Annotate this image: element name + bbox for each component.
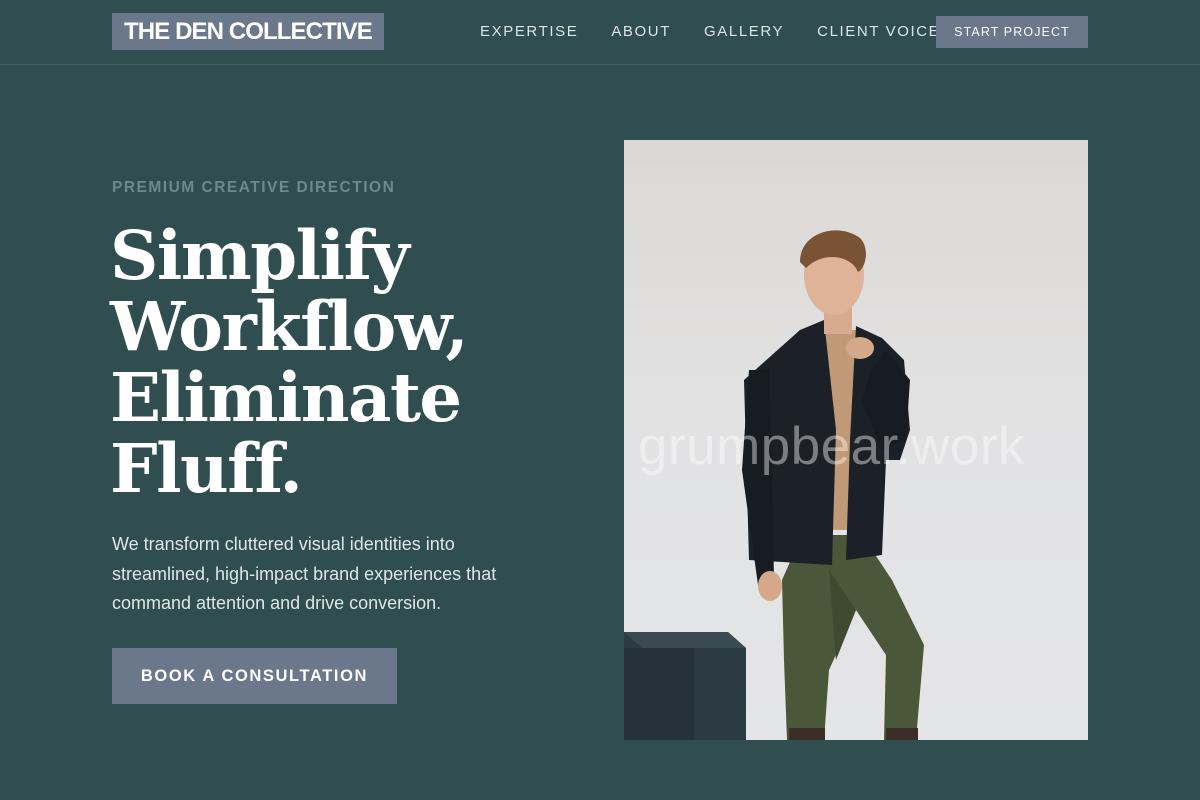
hero-eyebrow: PREMIUM CREATIVE DIRECTION: [112, 179, 396, 196]
nav-item-about[interactable]: ABOUT: [611, 23, 671, 41]
hero-description: We transform cluttered visual identities…: [112, 534, 497, 613]
nav-item-gallery[interactable]: GALLERY: [704, 23, 784, 41]
top-navigation-bar: THE DEN COLLECTIVE EXPERTISE ABOUT GALLE…: [0, 0, 1200, 65]
hero-photo: grumpbear.work: [624, 140, 1088, 740]
nav-item-client-voice[interactable]: CLIENT VOICE: [817, 23, 940, 41]
nav-item-expertise[interactable]: EXPERTISE: [480, 23, 578, 41]
start-project-button[interactable]: START PROJECT: [936, 16, 1088, 48]
headline-line: Eliminate: [110, 358, 462, 437]
image-watermark: grumpbear.work: [638, 417, 1026, 476]
headline-line: Simplify: [110, 216, 410, 295]
hero-headline: Simplify Workflow, Eliminate Fluff.: [110, 220, 570, 504]
headline-line: Fluff.: [110, 429, 303, 508]
main-nav: EXPERTISE ABOUT GALLERY CLIENT VOICE: [480, 23, 940, 41]
book-consultation-button[interactable]: BOOK A CONSULTATION: [112, 648, 397, 704]
brand-logo[interactable]: THE DEN COLLECTIVE: [112, 13, 384, 50]
headline-line: Workflow,: [110, 287, 469, 366]
